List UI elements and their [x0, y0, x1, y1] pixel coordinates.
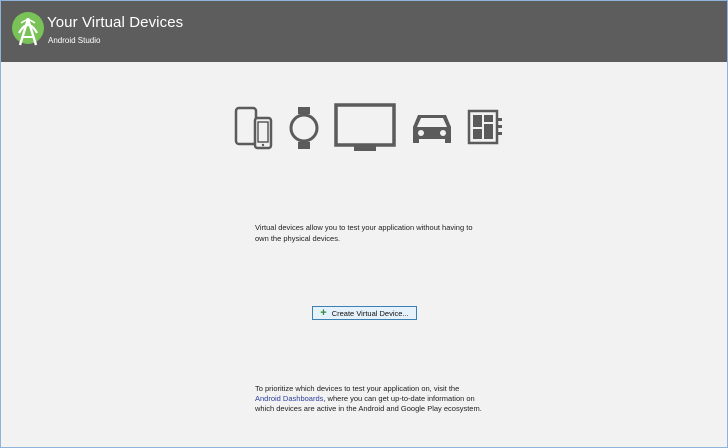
footer-text: To prioritize which devices to test your…	[255, 384, 495, 414]
description-text: Virtual devices allow you to test your a…	[255, 223, 473, 243]
car-icon	[413, 115, 451, 143]
things-icon	[467, 109, 502, 145]
footer-text-before: To prioritize which devices to test your…	[255, 384, 460, 393]
tv-icon	[334, 103, 396, 151]
plus-icon: +	[320, 307, 327, 319]
watch-icon	[289, 107, 319, 149]
android-dashboards-link[interactable]: Android Dashboards	[255, 394, 323, 403]
create-virtual-device-button[interactable]: + Create Virtual Device...	[312, 306, 417, 320]
page-title: Your Virtual Devices	[47, 14, 184, 31]
avd-manager-window: Your Virtual Devices Android Studio Virt…	[0, 0, 728, 448]
create-virtual-device-label: Create Virtual Device...	[331, 308, 409, 318]
page-subtitle: Android Studio	[48, 36, 101, 45]
header-bar: Your Virtual Devices Android Studio	[1, 1, 727, 62]
phone-tablet-icon	[234, 106, 273, 150]
android-studio-logo-icon	[12, 12, 44, 46]
